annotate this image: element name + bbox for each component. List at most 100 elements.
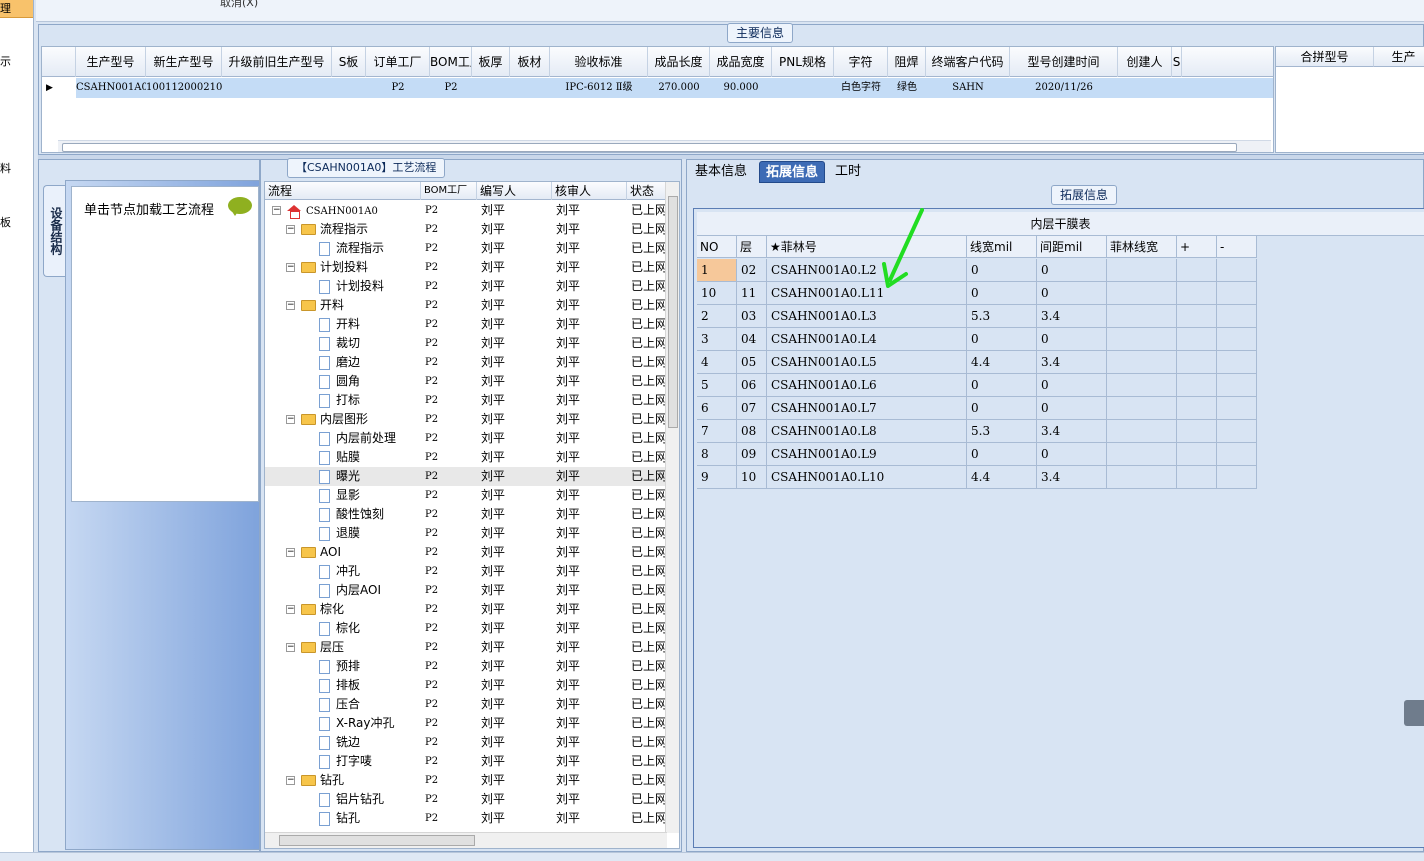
main-column-header[interactable]: S板 [332,47,366,77]
process-tree-node[interactable]: 流程指示 P2 刘平 刘平 已上网 [265,239,665,258]
film-table-row[interactable]: 7 08 CSAHN001A0.L8 5.3 3.4 [697,420,1257,443]
process-tree-node[interactable]: X-Ray冲孔 P2 刘平 刘平 已上网 [265,714,665,733]
film-table-cell[interactable] [1217,351,1257,374]
merge-model-column-header[interactable]: 合拼型号 [1276,47,1374,67]
film-table-cell[interactable] [1217,328,1257,351]
column-header-flow[interactable]: 流程 [265,182,421,200]
process-tree-node[interactable]: 排板 P2 刘平 刘平 已上网 [265,676,665,695]
tree-node-label[interactable]: X-Ray冲孔 [319,714,394,733]
process-tree-node[interactable]: 内层前处理 P2 刘平 刘平 已上网 [265,429,665,448]
film-column-header[interactable]: NO [697,236,737,258]
process-tree-node[interactable]: 棕化 P2 刘平 刘平 已上网 [265,619,665,638]
film-table-cell[interactable] [1177,374,1217,397]
film-table-cell[interactable] [1107,351,1177,374]
film-table-cell[interactable] [1107,374,1177,397]
tree-node-label[interactable]: 贴膜 [319,448,360,467]
film-table-cell[interactable] [1107,397,1177,420]
film-table-cell[interactable]: 8 [697,443,737,466]
column-header-writer[interactable]: 编写人 [477,182,552,200]
tree-node-label[interactable]: 磨边 [319,353,360,372]
left-nav-item[interactable]: 板 [0,216,33,230]
film-table-cell[interactable] [1177,443,1217,466]
tree-node-label[interactable]: 酸性蚀刻 [319,505,384,524]
film-table-cell[interactable]: 0 [1037,259,1107,282]
film-table-cell[interactable] [1217,374,1257,397]
film-column-header[interactable]: 层 [737,236,767,258]
film-column-header[interactable]: + [1177,236,1217,258]
tree-collapse-toggle[interactable]: − [286,548,295,557]
process-tree-vscrollbar[interactable] [665,182,679,833]
film-table-cell[interactable]: 0 [967,443,1037,466]
film-table-cell[interactable]: 03 [737,305,767,328]
film-table-cell[interactable]: 0 [1037,443,1107,466]
main-column-header[interactable]: 创建人 [1118,47,1172,77]
tree-node-label[interactable]: 棕化 [319,619,360,638]
main-grid-row[interactable]: CSAHN001A010011200021073 P2 P2 IPC-6012 Ⅱ级 2… [42,78,1273,98]
film-table-cell[interactable]: 3 [697,328,737,351]
film-table-cell[interactable]: CSAHN001A0.L2 [767,259,967,282]
tree-node-label[interactable]: 圆角 [319,372,360,391]
film-table-cell[interactable] [1107,420,1177,443]
film-table-cell[interactable]: 0 [1037,328,1107,351]
film-table-cell[interactable]: CSAHN001A0.L6 [767,374,967,397]
film-column-header[interactable]: ★菲林号 [767,236,967,258]
tree-node-label[interactable]: 内层前处理 [319,429,396,448]
film-column-header[interactable]: 菲林线宽 [1107,236,1177,258]
main-column-header[interactable]: 阻焊 [888,47,926,77]
film-table-row[interactable]: 8 09 CSAHN001A0.L9 0 0 [697,443,1257,466]
production-column-header[interactable]: 生产 [1374,47,1424,67]
main-grid-hscrollbar[interactable] [58,140,1271,152]
panel-grip-handle[interactable] [1404,700,1424,726]
main-column-header[interactable]: 新生产型号 [146,47,222,77]
film-table-cell[interactable]: CSAHN001A0.L5 [767,351,967,374]
process-tree-node[interactable]: 开料 P2 刘平 刘平 已上网 [265,315,665,334]
tree-node-label[interactable]: 钻孔 [301,771,344,790]
process-tree-node[interactable]: 铝片钻孔 P2 刘平 刘平 已上网 [265,790,665,809]
film-table-cell[interactable]: CSAHN001A0.L10 [767,466,967,489]
film-table-row[interactable]: 6 07 CSAHN001A0.L7 0 0 [697,397,1257,420]
film-table-cell[interactable]: 6 [697,397,737,420]
process-tree-node[interactable]: − CSAHN001A0 P2 刘平 刘平 已上网 [265,201,665,220]
process-tree-node[interactable]: 压合 P2 刘平 刘平 已上网 [265,695,665,714]
film-table-cell[interactable] [1177,259,1217,282]
process-tree-node[interactable]: 打字唛 P2 刘平 刘平 已上网 [265,752,665,771]
main-column-header[interactable]: 终端客户代码 [926,47,1010,77]
film-table-cell[interactable] [1177,397,1217,420]
film-table-cell[interactable]: 4.4 [967,351,1037,374]
tree-node-label[interactable]: 开料 [319,315,360,334]
film-table-cell[interactable] [1177,466,1217,489]
main-column-header[interactable]: 升级前旧生产型号 [222,47,332,77]
film-table-cell[interactable]: 0 [967,397,1037,420]
film-table-cell[interactable] [1177,282,1217,305]
film-table-cell[interactable] [1107,282,1177,305]
film-table-cell[interactable] [1217,420,1257,443]
film-table-cell[interactable] [1107,443,1177,466]
film-table-cell[interactable]: 0 [1037,397,1107,420]
process-tree-node[interactable]: 退膜 P2 刘平 刘平 已上网 [265,524,665,543]
tree-node-label[interactable]: CSAHN001A0 [287,201,378,221]
film-table-cell[interactable]: 5.3 [967,420,1037,443]
film-table-cell[interactable]: 09 [737,443,767,466]
film-table-cell[interactable] [1107,328,1177,351]
tree-collapse-toggle[interactable]: − [286,605,295,614]
film-table-cell[interactable]: 04 [737,328,767,351]
film-table-cell[interactable]: CSAHN001A0.L7 [767,397,967,420]
film-table-cell[interactable]: 3.4 [1037,351,1107,374]
tree-node-label[interactable]: 打标 [319,391,360,410]
process-tree-node[interactable]: 打标 P2 刘平 刘平 已上网 [265,391,665,410]
film-table-cell[interactable]: 5.3 [967,305,1037,328]
film-table-cell[interactable]: 3.4 [1037,466,1107,489]
film-table-row[interactable]: 4 05 CSAHN001A0.L5 4.4 3.4 [697,351,1257,374]
process-tree-node[interactable]: − 开料 P2 刘平 刘平 已上网 [265,296,665,315]
process-tree-node[interactable]: 预排 P2 刘平 刘平 已上网 [265,657,665,676]
tab-work-hours[interactable]: 工时 [829,161,867,183]
film-table-cell[interactable] [1107,259,1177,282]
film-table-cell[interactable] [1177,420,1217,443]
film-table-row[interactable]: 2 03 CSAHN001A0.L3 5.3 3.4 [697,305,1257,328]
left-nav-active-tab[interactable]: 理 [0,0,33,18]
main-column-header[interactable]: 成品宽度 [710,47,772,77]
tree-node-label[interactable]: 排板 [319,676,360,695]
main-column-header[interactable]: BOM工厂 [430,47,472,77]
tree-collapse-toggle[interactable]: − [286,415,295,424]
film-table-cell[interactable]: 3.4 [1037,305,1107,328]
